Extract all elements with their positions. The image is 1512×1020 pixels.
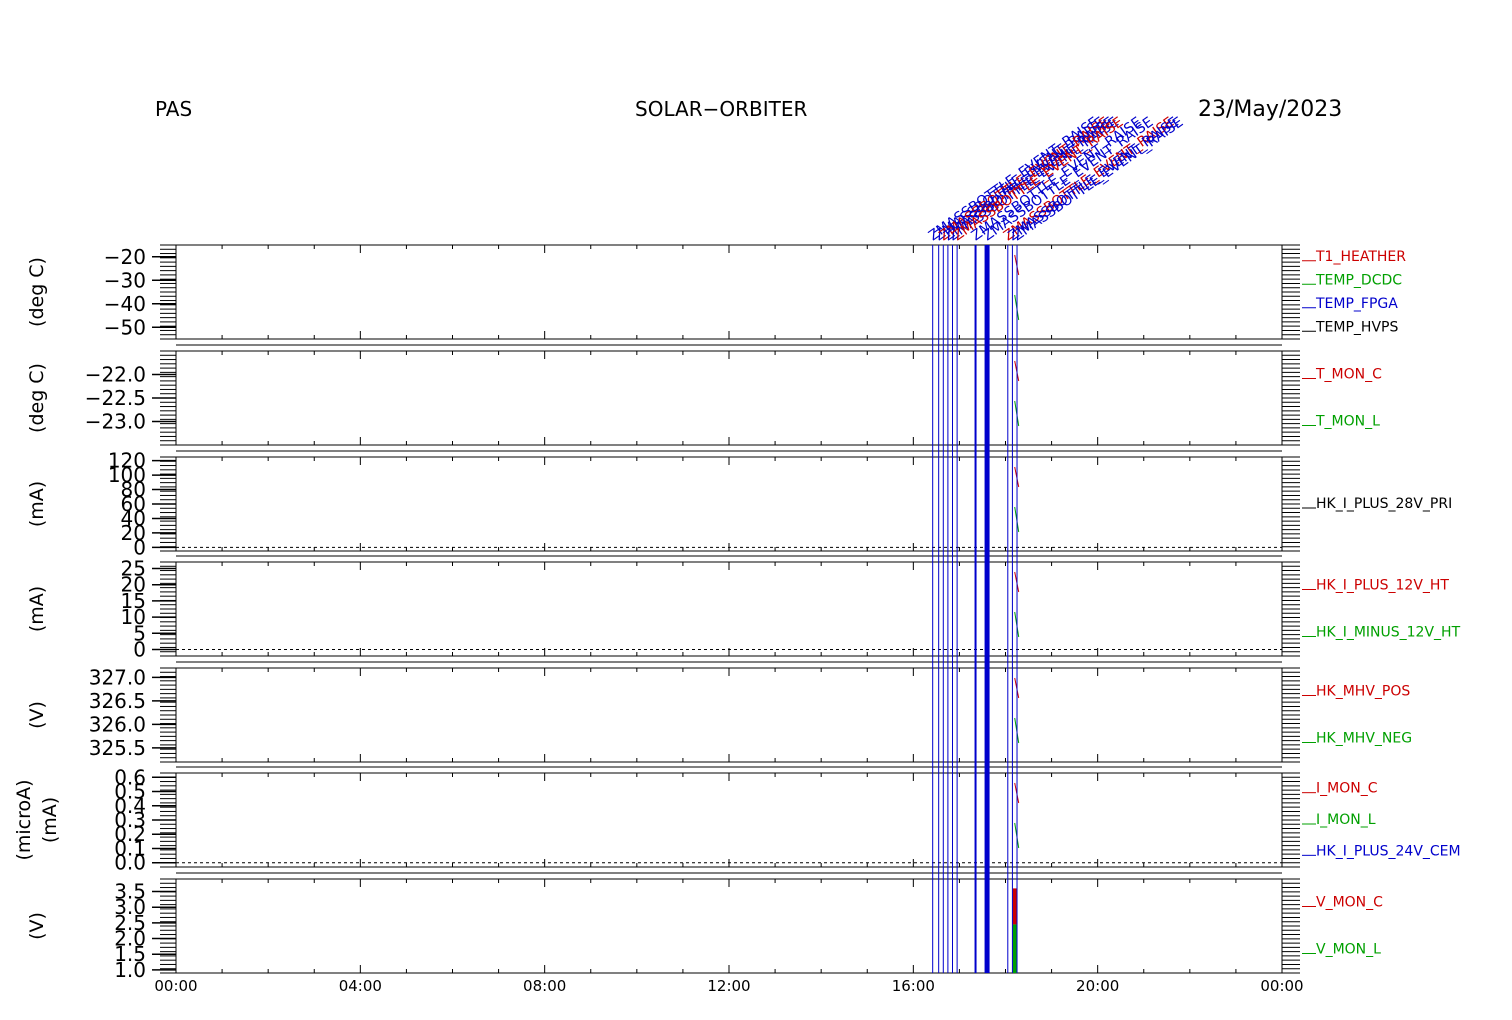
panel-4: 2520151050(mA)HK_I_PLUS_12V_HTHK_I_MINUS…: [26, 555, 1461, 662]
legend-label: V_MON_C: [1316, 895, 1383, 911]
panel-frame: [175, 561, 1283, 657]
series-mark: [1012, 924, 1017, 973]
x-tick-label: 16:00: [892, 977, 935, 995]
y-tick-label: 326.0: [89, 712, 146, 736]
panel-frame: [175, 350, 1283, 446]
legend-label: T1_HEATHER: [1315, 249, 1406, 265]
x-tick-label: 08:00: [523, 977, 566, 995]
y-tick-label: −50: [104, 315, 146, 339]
legend-label: I_MON_C: [1316, 781, 1378, 797]
y-tick-label: −20: [104, 245, 146, 269]
panel-6: 0.60.50.40.30.20.10.0(microA) (mA)I_MON_C…: [13, 765, 1461, 874]
series-mark: [1012, 888, 1017, 925]
legend-label: HK_MHV_POS: [1316, 684, 1410, 700]
legend-label: T_MON_L: [1315, 414, 1380, 430]
legend-label: T_MON_C: [1315, 367, 1382, 383]
y-tick-label: 327.0: [89, 665, 146, 689]
y-axis-label: (microA): [13, 779, 35, 860]
y-tick-label: 326.5: [89, 689, 146, 713]
panel-frame: [175, 456, 1283, 552]
header-center: SOLAR−ORBITER: [635, 97, 807, 121]
y-tick-label: −22.0: [85, 363, 146, 387]
x-axis: 00:00 04:00 08:00 12:00 16:00 20:00 00:00: [154, 977, 1303, 995]
legend-label: TEMP_FPGA: [1315, 296, 1398, 312]
y-tick-label: 0.0: [114, 851, 146, 875]
legend-label: TEMP_HVPS: [1315, 319, 1398, 335]
x-tick-label: 00:00: [154, 977, 197, 995]
panel-frame: [175, 244, 1283, 340]
y-axis-label: (deg C): [26, 257, 48, 327]
y-tick-label: −23.0: [85, 410, 146, 434]
y-axis-label: (mA): [26, 481, 48, 527]
y-axis-label: (mA): [26, 586, 48, 632]
y-axis-label: (V): [26, 701, 48, 729]
y-tick-label: −40: [104, 292, 146, 316]
panels-group: −20−30−40−50 (deg C) T1_HEATHER TEMP_DCDC TE…: [13, 244, 1461, 982]
legend-label: HK_I_PLUS_28V_PRI: [1316, 496, 1452, 512]
housekeeping-plot: PAS SOLAR−ORBITER 23/May/2023 −20−30−40−…: [13, 97, 1461, 995]
panel-2: −22.0−22.5−23.0 (deg C) T_MON_C T_MON_L: [26, 344, 1382, 446]
panel-5: 327.0326.5326.0325.5 (V) HK_MHV_POS HK_MHV_…: [26, 661, 1412, 763]
y-tick-label: 1.0: [114, 958, 146, 982]
legend-label: HK_I_PLUS_12V_HT: [1316, 578, 1449, 594]
y-axis-label: (V): [26, 912, 48, 940]
legend-label: HK_MHV_NEG: [1316, 731, 1412, 747]
panel-frame: [175, 878, 1283, 974]
x-tick-label: 04:00: [339, 977, 382, 995]
header-left: PAS: [155, 97, 192, 121]
panel-frame: [175, 667, 1283, 763]
panel-1: −20−30−40−50 (deg C) T1_HEATHER TEMP_DCDC TE…: [26, 244, 1406, 340]
header-right: 23/May/2023: [1198, 97, 1342, 122]
x-tick-label: 00:00: [1260, 977, 1303, 995]
y-tick-label: 325.5: [89, 736, 146, 760]
y-axis-label-2: (mA): [39, 797, 61, 843]
panel-frame: [175, 772, 1283, 868]
panel-3: 120100806040200(mA) HK_I_PLUS_28V_PRI: [26, 449, 1452, 560]
panel-7: 3.53.02.52.01.51.0(V)V_MON_CV_MON_L: [26, 872, 1383, 982]
event-lines-group: ZMASSBOTTLE_EVENT_RAISEZMASSBOTTLE_EVENT…: [926, 114, 1186, 973]
y-tick-label: −22.5: [85, 386, 146, 410]
legend-label: I_MON_L: [1316, 812, 1376, 828]
legend-label: V_MON_L: [1316, 942, 1381, 958]
x-tick-label: 12:00: [707, 977, 750, 995]
y-tick-label: −30: [104, 268, 146, 292]
legend-label: HK_I_MINUS_12V_HT: [1316, 625, 1461, 641]
y-axis-label: (deg C): [26, 363, 48, 433]
legend-label: HK_I_PLUS_24V_CEM: [1316, 843, 1461, 859]
legend-label: TEMP_DCDC: [1315, 272, 1402, 288]
y-tick-label: 0: [133, 638, 146, 662]
x-tick-label: 20:00: [1076, 977, 1119, 995]
